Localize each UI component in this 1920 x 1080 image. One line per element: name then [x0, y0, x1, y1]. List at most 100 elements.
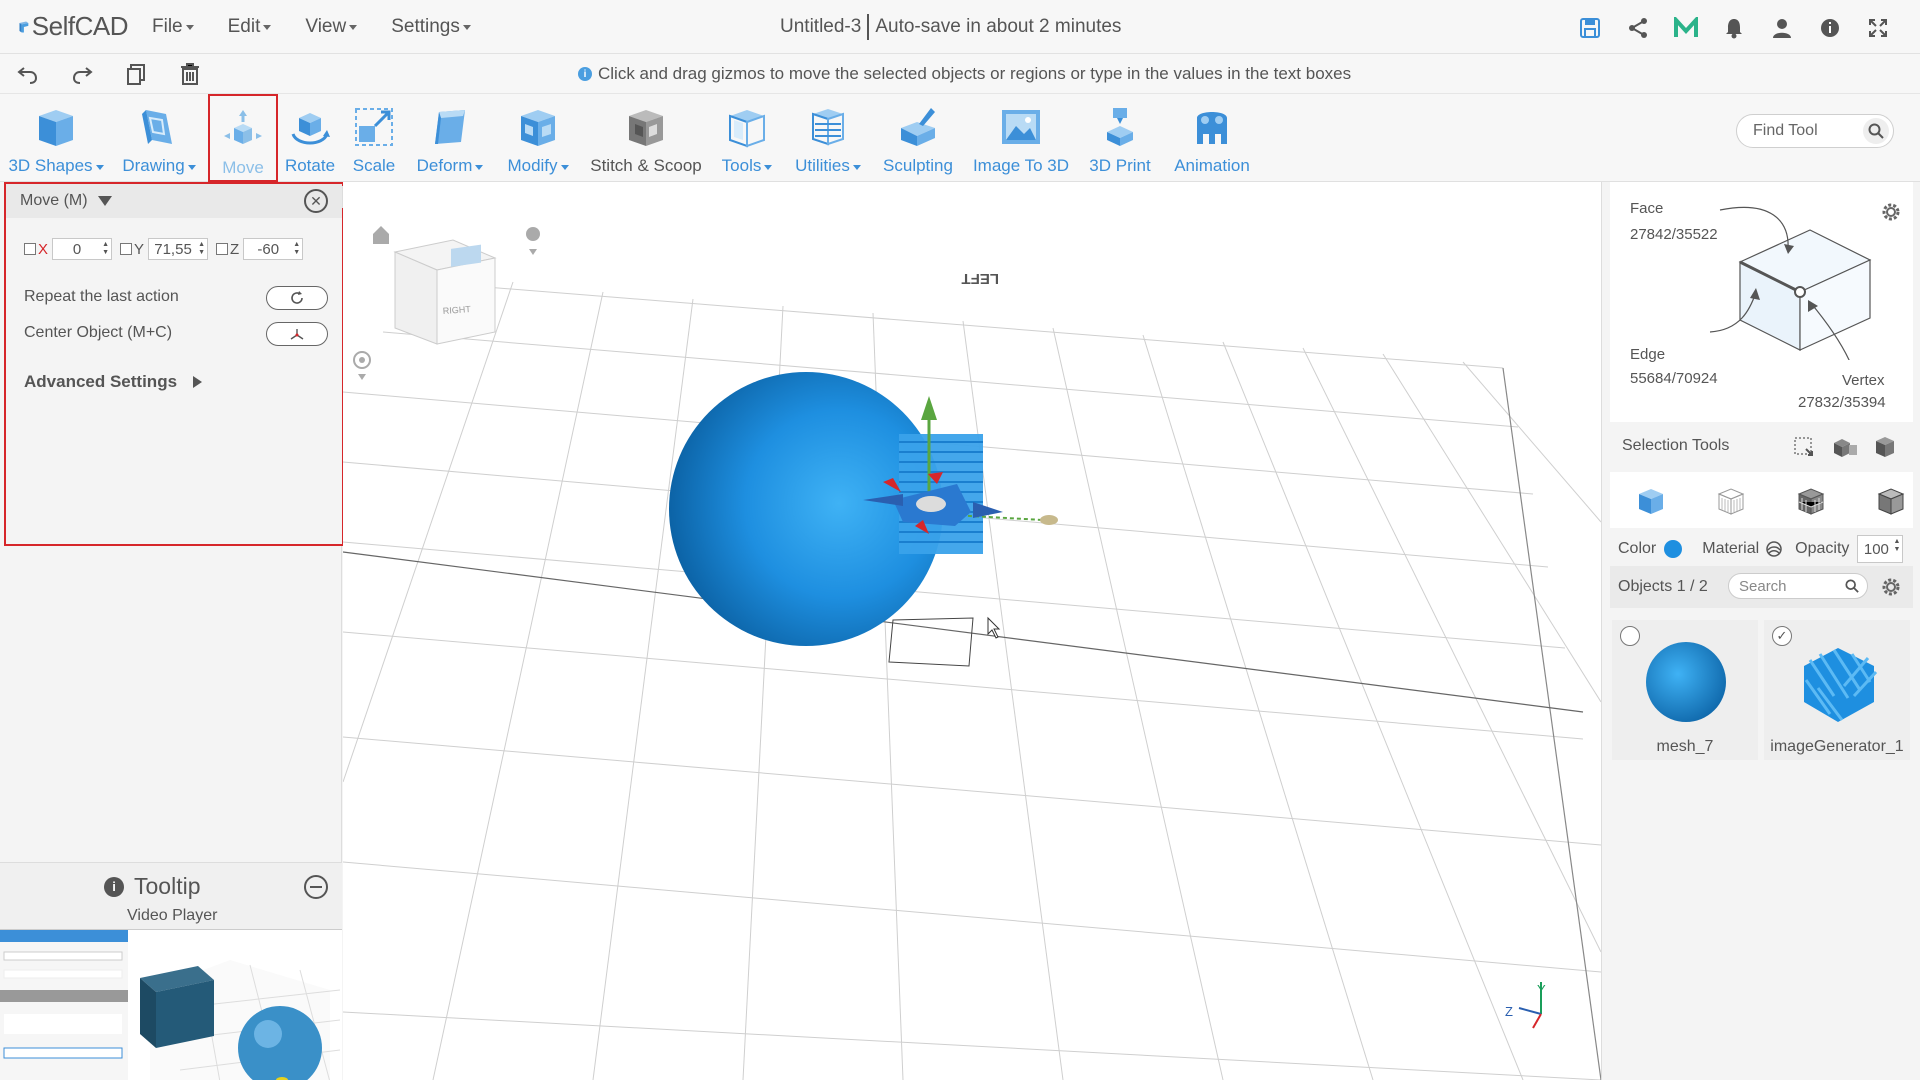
image-to-3d-icon — [1002, 110, 1040, 144]
search-icon — [1845, 579, 1859, 593]
info-icon[interactable] — [1816, 14, 1844, 42]
select-similar-icon[interactable] — [1832, 435, 1858, 459]
view-cube-left-label: LEFT — [962, 270, 1000, 287]
face-mode-icon[interactable] — [1716, 486, 1746, 516]
stepper-arrows-icon[interactable]: ▲ ▼ — [102, 241, 109, 257]
svg-text:RIGHT: RIGHT — [442, 304, 471, 316]
notification-bell-icon[interactable] — [1720, 14, 1748, 42]
menu-edit-label: Edit — [227, 15, 261, 37]
stepper-arrows-icon[interactable]: ▲ ▼ — [198, 241, 205, 257]
tutorial-video-frame — [0, 930, 341, 1080]
menu-file[interactable]: File — [152, 16, 194, 38]
tool-3d-print[interactable]: 3D Print — [1084, 94, 1156, 182]
dropdown-triangle-icon[interactable] — [97, 196, 112, 206]
delete-trash-icon[interactable] — [178, 62, 202, 86]
drawing-icon — [142, 110, 172, 144]
user-profile-icon[interactable] — [1768, 14, 1796, 42]
tool-sculpting[interactable]: Sculpting — [878, 94, 958, 182]
tool-deform[interactable]: Deform — [412, 94, 488, 182]
camera-orbit-icon[interactable] — [353, 351, 371, 380]
x-lock-checkbox[interactable] — [24, 243, 36, 255]
home-view-icon[interactable] — [373, 226, 389, 244]
center-object-button[interactable] — [266, 322, 328, 346]
object-selected-check-icon[interactable]: ✓ — [1772, 626, 1792, 646]
repeat-last-action-button[interactable] — [266, 286, 328, 310]
move-panel-header[interactable]: Move (M) ✕ — [6, 184, 342, 218]
selfcad-logo[interactable]: SelfCAD — [18, 10, 129, 44]
light-direction-icon[interactable] — [526, 227, 540, 255]
y-lock-checkbox[interactable] — [120, 243, 133, 255]
material-icon[interactable] — [1765, 540, 1783, 558]
copy-icon[interactable] — [124, 62, 148, 86]
opacity-input[interactable]: 100 ▲ ▼ — [1857, 535, 1904, 563]
autosave-status: Auto-save in about 2 minutes — [875, 16, 1122, 37]
tool-drawing[interactable]: Drawing — [116, 94, 202, 182]
tooltip-subtitle: Video Player — [127, 907, 218, 924]
edge-label: Edge — [1630, 346, 1666, 363]
close-icon[interactable]: ✕ — [304, 189, 328, 213]
edge-mode-icon[interactable] — [1796, 486, 1826, 516]
tool-stitch-scoop[interactable]: Stitch & Scoop — [588, 94, 704, 182]
info-hint-icon: i — [578, 67, 592, 81]
tool-move[interactable]: Move — [208, 94, 278, 182]
find-tool-search[interactable]: Find Tool — [1736, 114, 1894, 148]
tool-3d-shapes[interactable]: 3D Shapes — [8, 94, 104, 182]
color-swatch[interactable] — [1664, 540, 1683, 558]
makerbot-m-icon[interactable] — [1672, 14, 1700, 42]
sculpting-icon — [901, 108, 935, 146]
scale-icon — [355, 108, 393, 146]
menu-settings-label: Settings — [391, 15, 460, 37]
tool-tools[interactable]: Tools — [716, 94, 778, 182]
tool-animation[interactable]: Animation — [1168, 94, 1256, 182]
share-icon[interactable] — [1624, 14, 1652, 42]
y-axis-label: Y — [134, 240, 145, 258]
objects-search-input[interactable]: Search — [1728, 573, 1868, 599]
fullscreen-icon[interactable] — [1864, 14, 1892, 42]
box-select-icon[interactable] — [1792, 435, 1816, 459]
vertex-mode-icon[interactable] — [1876, 486, 1906, 516]
save-icon[interactable] — [1576, 14, 1604, 42]
z-lock-checkbox[interactable] — [216, 243, 229, 255]
advanced-settings-toggle[interactable]: Advanced Settings — [24, 372, 203, 392]
stepper-arrows-icon[interactable]: ▲ ▼ — [293, 241, 300, 257]
video-player[interactable] — [0, 929, 342, 1080]
brand-name: SelfCAD — [31, 11, 129, 41]
menu-view[interactable]: View — [305, 16, 358, 38]
redo-icon[interactable] — [70, 62, 94, 86]
menu-edit[interactable]: Edit — [228, 16, 272, 38]
document-title[interactable]: Untitled-3 — [780, 16, 861, 38]
tool-modify[interactable]: Modify — [500, 94, 576, 182]
tool-scale[interactable]: Scale — [348, 94, 400, 182]
selection-mode-widget[interactable]: Face 27842/35522 Edge 55684/70924 Vertex… — [1610, 182, 1913, 422]
object-mode-icon[interactable] — [1636, 486, 1666, 516]
chevron-down-icon — [560, 164, 569, 170]
image-generator-thumbnail — [1804, 648, 1878, 722]
tooltip-title: Tooltip — [134, 873, 201, 899]
undo-icon[interactable] — [16, 62, 40, 86]
gear-icon[interactable] — [1879, 575, 1903, 599]
find-tool-placeholder: Find Tool — [1753, 122, 1818, 139]
gear-icon[interactable] — [1879, 200, 1903, 224]
viewport-canvas: RIGHT LEFT Y Z — [343, 226, 1601, 1080]
tool-rotate[interactable]: Rotate — [280, 94, 340, 182]
z-position-input[interactable]: -60 ▲ ▼ — [243, 238, 304, 260]
y-position-input[interactable]: 71,55 ▲ ▼ — [148, 238, 209, 260]
move-panel-title: Move (M) — [20, 192, 88, 209]
top-right-icons — [1556, 14, 1892, 42]
object-select-radio[interactable] — [1620, 626, 1640, 646]
minimize-icon[interactable] — [304, 875, 328, 899]
stepper-arrows-icon[interactable]: ▲ ▼ — [1893, 538, 1900, 554]
search-icon[interactable] — [1863, 118, 1889, 144]
menu-settings[interactable]: Settings — [391, 16, 471, 38]
tooltip-panel: i Tooltip Video Player — [0, 862, 342, 1080]
selection-cube-diagram — [1709, 206, 1872, 360]
tool-3d-shapes-label: 3D Shapes — [8, 156, 104, 176]
object-card-image-generator-1[interactable]: ✓ imageGenerator_1 — [1764, 620, 1910, 760]
tool-utilities[interactable]: Utilities — [790, 94, 866, 182]
3d-viewport[interactable]: RIGHT LEFT Y Z — [343, 182, 1601, 1080]
x-position-input[interactable]: 0 ▲ ▼ — [52, 238, 113, 260]
view-cube[interactable]: RIGHT — [393, 239, 497, 345]
tool-image-to-3d[interactable]: Image To 3D — [970, 94, 1072, 182]
select-all-icon[interactable] — [1872, 435, 1898, 459]
object-card-mesh-7[interactable]: mesh_7 — [1612, 620, 1758, 760]
